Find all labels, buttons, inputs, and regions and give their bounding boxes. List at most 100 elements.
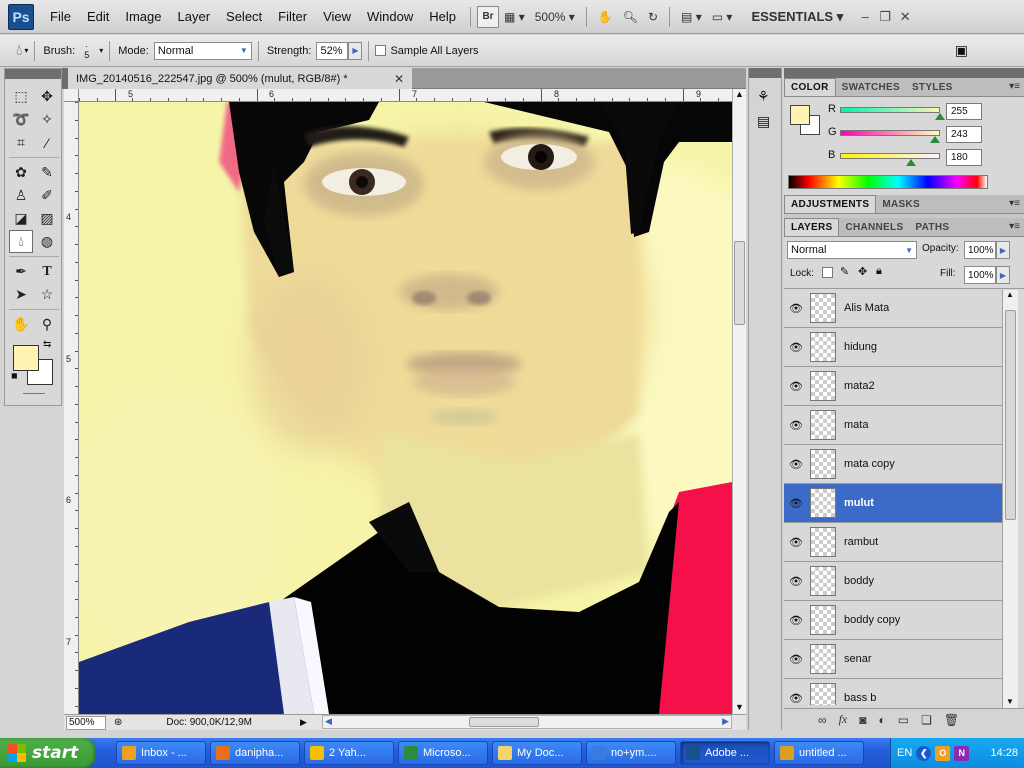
menu-window[interactable]: Window xyxy=(359,9,421,24)
lasso-tool[interactable]: ➰ xyxy=(9,108,33,131)
path-selection-tool[interactable]: ➤ xyxy=(9,283,33,306)
layer-visibility-eye-icon[interactable]: 👁︎ xyxy=(784,458,808,471)
strength-input[interactable]: 52% xyxy=(316,41,349,60)
panel-menu-icon[interactable]: ▾≡ xyxy=(1009,81,1020,92)
menu-filter[interactable]: Filter xyxy=(270,9,315,24)
g-slider-knob[interactable] xyxy=(930,136,941,143)
language-indicator[interactable]: EN xyxy=(897,747,912,759)
mini-bridge-icon[interactable]: ⚘ xyxy=(757,88,781,105)
menu-help[interactable]: Help xyxy=(421,9,464,24)
lock-transparency-icon[interactable] xyxy=(822,267,833,278)
scroll-up-icon[interactable]: ▲ xyxy=(1006,290,1014,299)
tab-color[interactable]: COLOR xyxy=(784,78,836,96)
start-button[interactable]: start xyxy=(0,738,96,768)
eyedropper-tool[interactable]: ⁄ xyxy=(35,131,59,154)
layer-row[interactable]: 👁︎ rambut xyxy=(784,523,1002,562)
layer-row[interactable]: 👁︎ hidung xyxy=(784,328,1002,367)
minimize-button[interactable]: – xyxy=(855,9,875,24)
opacity-input[interactable]: 100% xyxy=(964,241,996,259)
spot-healing-tool[interactable]: ✿ xyxy=(9,161,33,184)
delete-layer-icon[interactable]: 🗑︎ xyxy=(944,713,959,727)
layer-visibility-eye-icon[interactable]: 👁︎ xyxy=(784,380,808,393)
horizontal-scroll-thumb[interactable] xyxy=(469,717,539,727)
tablet-pressure-button[interactable]: ▣ xyxy=(955,42,968,59)
canvas-vertical-scrollbar[interactable]: ▲ ▼ xyxy=(732,89,746,714)
taskbar-button[interactable]: Inbox - ... xyxy=(116,741,206,765)
mode-select[interactable]: Normal ▼ xyxy=(153,41,252,60)
taskbar-button[interactable]: Microso... xyxy=(398,741,488,765)
document-canvas[interactable] xyxy=(79,102,732,714)
layer-row[interactable]: 👁︎ boddy copy xyxy=(784,601,1002,640)
brush-tool[interactable]: ✎ xyxy=(35,161,59,184)
swap-colors-icon[interactable]: ⇆ xyxy=(43,339,51,350)
add-mask-icon[interactable]: ◙ xyxy=(859,713,866,727)
layer-effects-icon[interactable]: fx xyxy=(839,712,848,727)
scroll-right-icon[interactable]: ▶ xyxy=(722,716,729,727)
layer-visibility-eye-icon[interactable]: 👁︎ xyxy=(784,341,808,354)
taskbar-button[interactable]: 2 Yah... xyxy=(304,741,394,765)
bridge-button[interactable]: Br xyxy=(477,5,500,28)
strip-header[interactable] xyxy=(749,68,781,78)
screen-mode-button[interactable]: ▭ ▾ xyxy=(707,6,738,28)
vertical-scroll-thumb[interactable] xyxy=(734,241,745,325)
dodge-tool[interactable]: ◍ xyxy=(35,230,59,253)
tab-masks[interactable]: MASKS xyxy=(876,195,926,213)
tab-swatches[interactable]: SWATCHES xyxy=(836,78,906,96)
g-slider[interactable] xyxy=(840,130,940,136)
layer-visibility-eye-icon[interactable]: 👁︎ xyxy=(784,653,808,666)
tab-paths[interactable]: PATHS xyxy=(909,218,955,236)
menu-edit[interactable]: Edit xyxy=(79,9,117,24)
status-icon[interactable]: ⊛ xyxy=(114,717,122,728)
layer-row[interactable]: 👁︎ mata xyxy=(784,406,1002,445)
layer-visibility-eye-icon[interactable]: 👁︎ xyxy=(784,614,808,627)
hand-tool[interactable]: ✋ xyxy=(9,313,33,336)
layer-row[interactable]: 👁︎ mata2 xyxy=(784,367,1002,406)
close-tab-icon[interactable]: ✕ xyxy=(394,72,404,86)
layer-row[interactable]: 👁︎ mata copy xyxy=(784,445,1002,484)
zoom-tool[interactable]: ⚲ xyxy=(35,313,59,336)
layer-visibility-eye-icon[interactable]: 👁︎ xyxy=(784,575,808,588)
workspace-switcher[interactable]: ESSENTIALS ▾ xyxy=(751,9,843,25)
outlook-tray-icon[interactable]: O xyxy=(935,745,951,761)
r-slider-knob[interactable] xyxy=(935,113,945,120)
crop-tool[interactable]: ⌗ xyxy=(9,131,33,154)
color-panel-foreground-swatch[interactable] xyxy=(790,105,810,125)
back-arrow-icon[interactable]: ❮ xyxy=(916,745,932,761)
layer-visibility-eye-icon[interactable]: 👁︎ xyxy=(784,419,808,432)
status-zoom-input[interactable]: 500% xyxy=(66,715,106,730)
lock-pixels-icon[interactable]: ✎ xyxy=(840,265,849,278)
dock-header[interactable] xyxy=(784,68,1024,78)
menu-file[interactable]: File xyxy=(42,9,79,24)
layer-row[interactable]: 👁︎ senar xyxy=(784,640,1002,679)
clone-stamp-tool[interactable]: ♙ xyxy=(9,184,33,207)
blur-tool-preset-icon[interactable]: 💧︎ xyxy=(16,42,22,60)
lock-all-icon[interactable]: 🔒︎ xyxy=(876,265,882,278)
taskbar-button[interactable]: untitled ... xyxy=(774,741,864,765)
taskbar-button[interactable]: My Doc... xyxy=(492,741,582,765)
menu-view[interactable]: View xyxy=(315,9,359,24)
shape-tool[interactable]: ☆ xyxy=(35,283,59,306)
layer-visibility-eye-icon[interactable]: 👁︎ xyxy=(784,536,808,549)
ruler-origin[interactable] xyxy=(64,89,79,102)
menu-select[interactable]: Select xyxy=(218,9,270,24)
g-value-input[interactable]: 243 xyxy=(946,126,982,143)
scroll-left-icon[interactable]: ◀ xyxy=(325,716,332,727)
tab-styles[interactable]: STYLES xyxy=(906,78,959,96)
document-tab[interactable]: IMG_20140516_222547.jpg @ 500% (mulut, R… xyxy=(68,68,412,89)
history-brush-tool[interactable]: ✐ xyxy=(35,184,59,207)
brush-picker[interactable]: · 5 xyxy=(84,41,89,60)
strength-slider-toggle[interactable]: ▶ xyxy=(348,41,363,60)
b-slider[interactable] xyxy=(840,153,940,159)
vertical-ruler[interactable]: 4 5 6 7 xyxy=(64,102,79,714)
fill-input[interactable]: 100% xyxy=(964,266,996,284)
layer-row[interactable]: 👁︎ bass b xyxy=(784,679,1002,705)
close-window-button[interactable]: ✕ xyxy=(895,9,915,25)
menu-image[interactable]: Image xyxy=(117,9,169,24)
menu-layer[interactable]: Layer xyxy=(170,9,219,24)
new-layer-icon[interactable]: ❏ xyxy=(921,713,932,727)
layer-row[interactable]: 👁︎ mulut xyxy=(784,484,1002,523)
rotate-view-button[interactable]: ↻ xyxy=(643,6,663,28)
b-slider-knob[interactable] xyxy=(905,159,916,166)
pen-tool[interactable]: ✒ xyxy=(9,260,33,283)
layer-visibility-eye-icon[interactable]: 👁︎ xyxy=(784,302,808,315)
